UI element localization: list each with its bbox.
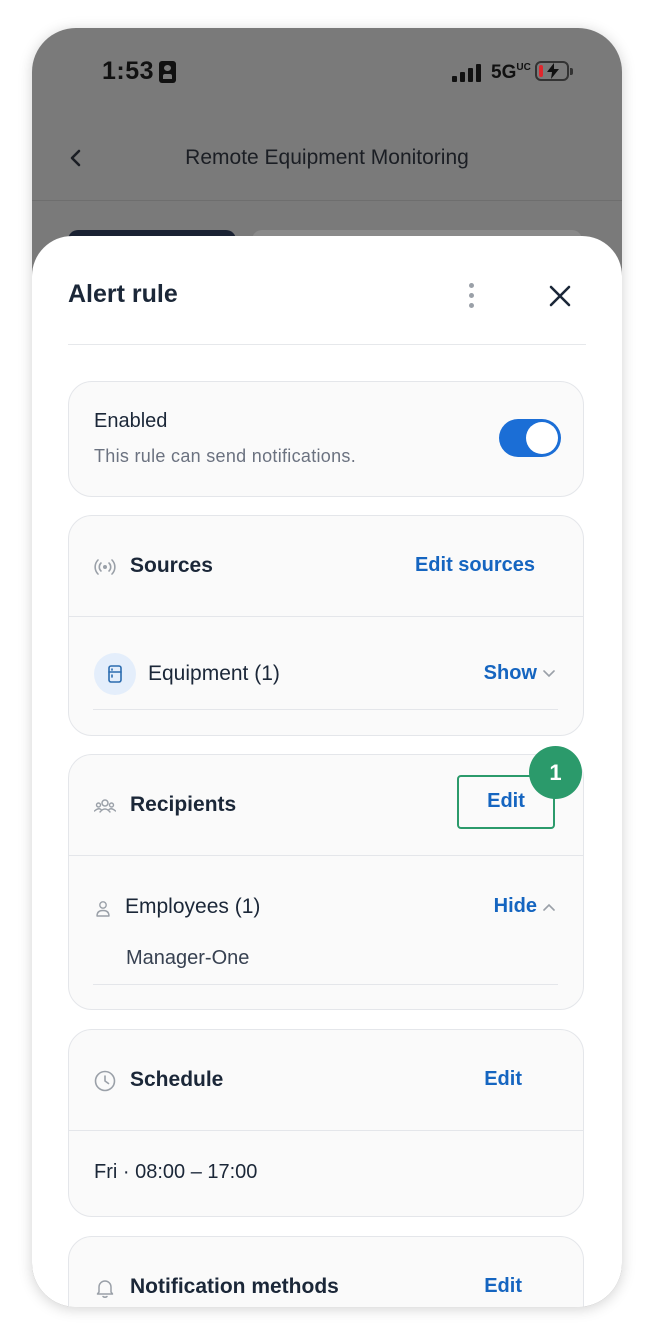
more-options-icon[interactable] [462, 282, 482, 310]
sources-card: Sources Edit sources Equipment (1) Show [68, 515, 584, 736]
bell-icon [96, 1280, 114, 1298]
recipients-header: Recipients Edit 1 [69, 746, 583, 856]
schedule-header: Schedule Edit [69, 1030, 583, 1131]
alert-rule-sheet: Alert rule Enabled This rule can send no… [32, 236, 622, 1307]
sheet-header: Alert rule [68, 236, 586, 345]
hide-employees-button[interactable]: Hide [494, 895, 555, 918]
notification-methods-card: Notification methods Edit [68, 1236, 584, 1307]
nav-bar: Remote Equipment Monitoring [32, 118, 622, 201]
cellular-signal-icon [452, 64, 484, 82]
step-badge: 1 [529, 746, 582, 799]
enabled-description: This rule can send notifications. [94, 446, 357, 466]
sources-header: Sources Edit sources [69, 516, 583, 617]
sheet-title: Alert rule [68, 280, 178, 308]
employees-label: Employees (1) [125, 895, 261, 918]
schedule-title: Schedule [130, 1068, 224, 1091]
schedule-value: Fri · 08:00 – 17:00 [94, 1161, 258, 1183]
close-icon[interactable] [548, 284, 572, 308]
status-bar: 1:53 5GUC [32, 28, 622, 118]
recipients-title: Recipients [130, 793, 237, 816]
recipients-card: Recipients Edit 1 Employees (1) Hide Man… [68, 746, 584, 1010]
notification-methods-title: Notification methods [130, 1275, 339, 1298]
status-time: 1:53 [102, 57, 155, 85]
divider [93, 709, 558, 710]
person-icon [96, 901, 110, 917]
id-card-icon [159, 61, 176, 83]
equipment-label: Equipment (1) [148, 662, 280, 685]
battery-charging-icon [535, 61, 573, 81]
toggle-knob [526, 422, 558, 454]
edit-notification-methods-button[interactable]: Edit [484, 1275, 522, 1298]
enabled-toggle[interactable] [499, 419, 561, 457]
sources-title: Sources [130, 554, 213, 577]
people-group-icon [94, 799, 116, 813]
enabled-card: Enabled This rule can send notifications… [68, 381, 584, 497]
chevron-down-icon [543, 669, 555, 677]
phone-frame: 1:53 5GUC Remote Equipment Monitoring Al… [32, 28, 622, 1307]
chevron-up-icon [543, 903, 555, 911]
clock-icon [94, 1070, 116, 1092]
show-equipment-button[interactable]: Show [484, 662, 555, 685]
edit-schedule-button[interactable]: Edit [484, 1068, 522, 1091]
edit-sources-button[interactable]: Edit sources [415, 554, 535, 577]
divider [93, 984, 558, 985]
broadcast-icon [94, 559, 116, 575]
enabled-title: Enabled [94, 410, 168, 432]
schedule-card: Schedule Edit Fri · 08:00 – 17:00 [68, 1029, 584, 1217]
equipment-icon [94, 653, 136, 695]
nav-title: Remote Equipment Monitoring [185, 146, 469, 169]
employee-name: Manager-One [126, 947, 250, 969]
network-label: 5GUC [491, 62, 531, 83]
